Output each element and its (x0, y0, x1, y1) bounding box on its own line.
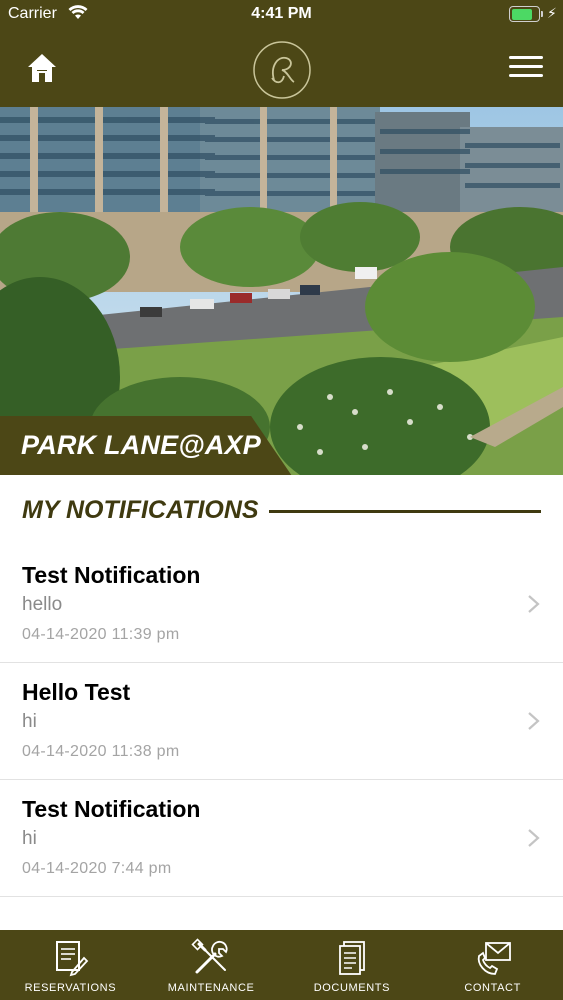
notification-title: Test Notification (22, 562, 201, 588)
tab-reservations[interactable]: RESERVATIONS (0, 930, 141, 1000)
tab-documents[interactable]: DOCUMENTS (282, 930, 423, 1000)
documents-icon (338, 941, 365, 975)
tab-contact[interactable]: CONTACT (422, 930, 563, 1000)
chevron-right-icon (528, 829, 540, 847)
notification-date: 04-14-2020 7:44 pm (22, 860, 172, 877)
notification-title: Hello Test (22, 679, 131, 705)
battery-tip (541, 11, 543, 17)
reservations-icon (56, 941, 89, 977)
chevron-right-icon (528, 595, 540, 613)
property-name-banner: PARK LANE@AXP (0, 416, 292, 475)
app-header: Carrier 4:41 PM ⚡ (0, 0, 563, 107)
notification-item[interactable]: Hello Test hi 04-14-2020 11:38 pm (0, 663, 563, 780)
property-name: PARK LANE@AXP (21, 430, 261, 460)
tab-maintenance[interactable]: MAINTENANCE (141, 930, 282, 1000)
notification-date: 04-14-2020 11:39 pm (22, 626, 180, 643)
notification-body: hi (22, 711, 37, 732)
notification-body: hello (22, 594, 63, 615)
tab-label: DOCUMENTS (313, 982, 391, 994)
battery-icon (509, 6, 540, 22)
status-time: 4:41 PM (251, 5, 312, 22)
notification-item[interactable]: Test Notification hi 04-14-2020 7:44 pm (0, 780, 563, 897)
hero-image: PARK LANE@AXP (0, 107, 563, 475)
charging-bolt-icon: ⚡ (547, 5, 557, 21)
tab-label: RESERVATIONS (24, 982, 117, 994)
home-icon[interactable] (25, 51, 59, 85)
notification-item[interactable]: Test Notification hello 04-14-2020 11:39… (0, 546, 563, 663)
notification-list: Test Notification hello 04-14-2020 11:39… (0, 546, 563, 897)
tab-label: CONTACT (464, 982, 521, 994)
maintenance-icon (191, 938, 228, 974)
notification-body: hi (22, 828, 37, 849)
section-divider (269, 510, 541, 513)
hamburger-menu-icon[interactable] (509, 56, 543, 82)
chevron-right-icon (528, 712, 540, 730)
bottom-tab-bar: RESERVATIONS MAINTENANCE DOCUMENTS CONTA… (0, 930, 563, 1000)
section-title: MY NOTIFICATIONS (22, 496, 259, 524)
monogram-logo (253, 41, 311, 99)
contact-icon (477, 942, 511, 975)
status-bar: Carrier 4:41 PM ⚡ (0, 0, 563, 28)
notification-title: Test Notification (22, 796, 201, 822)
tab-label: MAINTENANCE (167, 982, 255, 994)
notification-date: 04-14-2020 11:38 pm (22, 743, 180, 760)
